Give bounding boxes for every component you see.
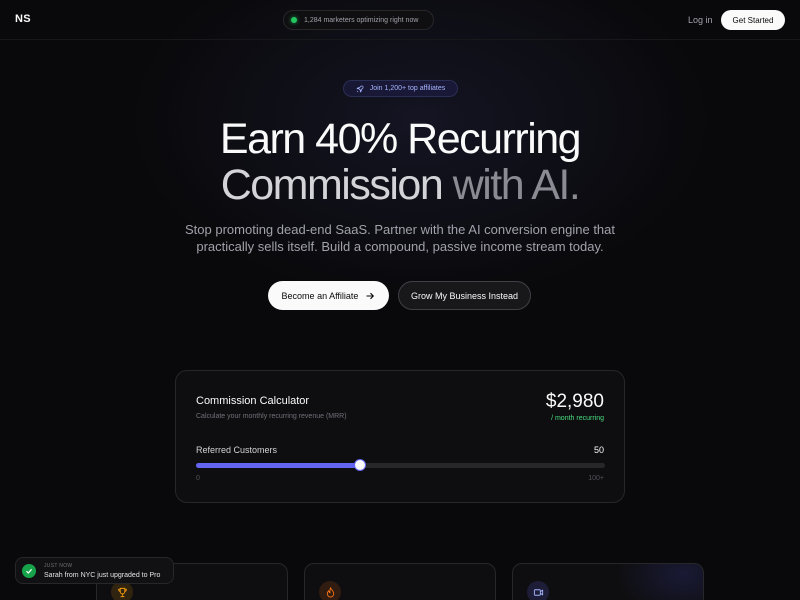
toast-check-icon-wrap	[22, 564, 36, 578]
hero-subtitle-line2: practically sells itself. Build a compou…	[196, 239, 604, 254]
become-affiliate-label: Become an Affiliate	[281, 290, 359, 301]
arrow-right-icon	[366, 292, 375, 299]
hero-headline-line1: Earn 40% Recurring	[219, 115, 582, 163]
customers-slider-thumb[interactable]	[354, 460, 365, 470]
affiliates-badge: Join 1,200+ top affiliates	[343, 80, 458, 97]
hero-headline-commission: Commission	[220, 161, 453, 209]
slider-label: Referred Customers	[196, 445, 278, 455]
slider-min-label: 0	[196, 475, 200, 482]
rocket-icon	[356, 85, 364, 93]
check-icon	[26, 568, 33, 574]
customers-slider-track[interactable]	[196, 460, 605, 470]
top-nav: NS 1,284 marketers optimizing right now …	[0, 0, 800, 40]
customers-slider-fill	[196, 463, 360, 468]
get-started-button[interactable]: Get Started	[721, 10, 785, 30]
slider-max-label: 100+	[588, 475, 604, 482]
hero-subtitle-line1: Stop promoting dead-end SaaS. Partner wi…	[185, 222, 615, 237]
hero-headline-line2: Commission with AI.	[0, 162, 800, 208]
live-status-dot-icon	[291, 17, 297, 23]
login-link[interactable]: Log in	[688, 15, 713, 25]
feature-card-3-icon-wrap	[527, 581, 549, 600]
trophy-icon	[117, 587, 127, 597]
feature-card-3	[512, 563, 704, 600]
commission-calculator-card: Commission Calculator Calculate your mon…	[175, 370, 625, 503]
affiliates-badge-text: Join 1,200+ top affiliates	[369, 85, 446, 92]
social-proof-toast: JUST NOW Sarah from NYC just upgraded to…	[15, 557, 174, 584]
commission-amount: $2,980	[545, 391, 604, 412]
commission-period: / month recurring	[551, 415, 604, 422]
video-icon	[533, 588, 543, 596]
calculator-title: Commission Calculator	[196, 395, 310, 407]
flame-icon	[326, 586, 334, 598]
hero-headline-with-ai: with AI.	[452, 161, 581, 209]
logo[interactable]: NS	[15, 13, 31, 25]
toast-message: Sarah from NYC just upgraded to Pro	[44, 572, 161, 579]
toast-timestamp: JUST NOW	[44, 563, 73, 569]
feature-card-2	[304, 563, 496, 600]
live-activity-text: 1,284 marketers optimizing right now	[304, 16, 419, 24]
live-activity-pill: 1,284 marketers optimizing right now	[283, 10, 434, 30]
calculator-subtitle: Calculate your monthly recurring revenue…	[196, 413, 347, 420]
slider-value: 50	[593, 445, 604, 455]
become-affiliate-button[interactable]: Become an Affiliate	[268, 281, 389, 310]
feature-card-2-icon-wrap	[319, 581, 341, 600]
grow-business-button[interactable]: Grow My Business Instead	[398, 281, 531, 310]
